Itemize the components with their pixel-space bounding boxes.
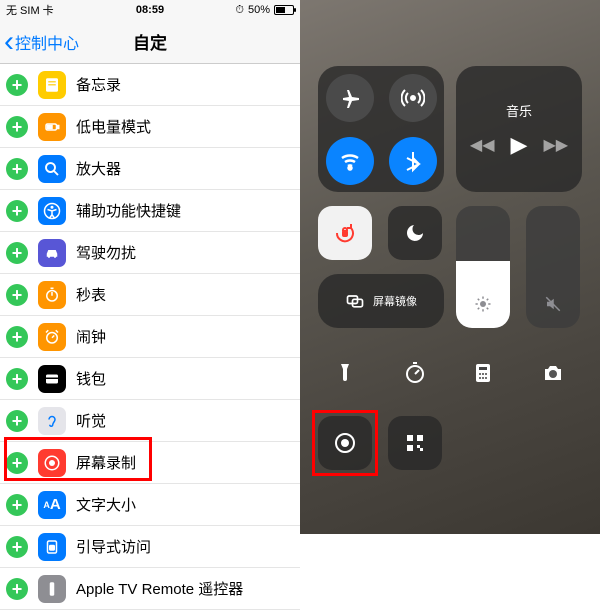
row-label: 低电量模式 <box>76 116 151 137</box>
add-icon[interactable]: + <box>6 326 28 348</box>
guided-access-icon <box>38 533 66 561</box>
row-label: 驾驶勿扰 <box>76 242 136 263</box>
row-alarm[interactable]: + 闹钟 <box>0 316 300 358</box>
control-center: 音乐 ◀◀ ▶ ▶▶ 屏幕镜像 <box>300 0 600 534</box>
brightness-icon <box>474 295 492 318</box>
add-icon[interactable]: + <box>6 452 28 474</box>
row-screen-record[interactable]: + 屏幕录制 <box>0 442 300 484</box>
row-wallet[interactable]: + 钱包 <box>0 358 300 400</box>
add-icon[interactable]: + <box>6 410 28 432</box>
low-power-icon <box>38 113 66 141</box>
add-icon[interactable]: + <box>6 284 28 306</box>
clock: 08:59 <box>0 4 300 16</box>
flashlight-button[interactable] <box>318 346 372 400</box>
add-icon[interactable]: + <box>6 536 28 558</box>
add-icon[interactable]: + <box>6 242 28 264</box>
row-label: 辅助功能快捷键 <box>76 200 181 221</box>
alarm-icon <box>38 323 66 351</box>
qr-scan-button[interactable] <box>388 416 442 470</box>
row-label: 放大器 <box>76 158 121 179</box>
row-label: 钱包 <box>76 368 106 389</box>
next-track-icon[interactable]: ▶▶ <box>543 135 568 155</box>
back-button[interactable]: 控制中心 <box>0 30 79 54</box>
row-low-power[interactable]: + 低电量模式 <box>0 106 300 148</box>
volume-slider[interactable] <box>526 206 580 328</box>
battery-icon <box>274 5 294 15</box>
row-label: 闹钟 <box>76 326 106 347</box>
brightness-slider[interactable] <box>456 206 510 328</box>
calculator-button[interactable] <box>456 346 510 400</box>
customize-list: + 备忘录 + 低电量模式 + 放大器 + 辅助功能快捷键 + 驾驶勿扰 + 秒… <box>0 64 300 610</box>
bluetooth-toggle[interactable] <box>389 137 437 185</box>
car-icon <box>38 239 66 267</box>
add-icon[interactable]: + <box>6 494 28 516</box>
orientation-lock-button[interactable] <box>318 206 372 260</box>
nav-bar: 控制中心 自定 <box>0 20 300 64</box>
row-label: 引导式访问 <box>76 536 151 557</box>
music-tile[interactable]: 音乐 ◀◀ ▶ ▶▶ <box>456 66 582 192</box>
row-label: 文字大小 <box>76 494 136 515</box>
row-dnd-driving[interactable]: + 驾驶勿扰 <box>0 232 300 274</box>
row-label: 秒表 <box>76 284 106 305</box>
add-icon[interactable]: + <box>6 578 28 600</box>
prev-track-icon[interactable]: ◀◀ <box>470 135 495 155</box>
play-icon[interactable]: ▶ <box>511 132 528 158</box>
wallet-icon <box>38 365 66 393</box>
ear-icon <box>38 407 66 435</box>
row-label: 听觉 <box>76 410 106 431</box>
row-tv-remote[interactable]: + Apple TV Remote 遥控器 <box>0 568 300 610</box>
wifi-toggle[interactable] <box>326 137 374 185</box>
dnd-button[interactable] <box>388 206 442 260</box>
row-label: Apple TV Remote 遥控器 <box>76 578 243 599</box>
row-stopwatch[interactable]: + 秒表 <box>0 274 300 316</box>
add-icon[interactable]: + <box>6 158 28 180</box>
screen-mirror-button[interactable]: 屏幕镜像 <box>318 274 444 328</box>
row-notes[interactable]: + 备忘录 <box>0 64 300 106</box>
cellular-toggle[interactable] <box>389 74 437 122</box>
add-icon[interactable]: + <box>6 200 28 222</box>
row-hearing[interactable]: + 听觉 <box>0 400 300 442</box>
record-icon <box>38 449 66 477</box>
notes-icon <box>38 71 66 99</box>
tv-remote-icon <box>38 575 66 603</box>
add-icon[interactable]: + <box>6 116 28 138</box>
timer-button[interactable] <box>388 346 442 400</box>
add-icon[interactable]: + <box>6 368 28 390</box>
accessibility-icon <box>38 197 66 225</box>
row-label: 备忘录 <box>76 74 121 95</box>
stopwatch-icon <box>38 281 66 309</box>
camera-button[interactable] <box>526 346 580 400</box>
airplane-toggle[interactable] <box>326 74 374 122</box>
volume-mute-icon <box>544 295 562 318</box>
row-magnifier[interactable]: + 放大器 <box>0 148 300 190</box>
row-accessibility[interactable]: + 辅助功能快捷键 <box>0 190 300 232</box>
text-size-icon: AA <box>38 491 66 519</box>
row-guided-access[interactable]: + 引导式访问 <box>0 526 300 568</box>
status-bar: 无 SIM 卡 08:59 ⏱ 50% <box>0 0 300 20</box>
music-label: 音乐 <box>506 101 532 120</box>
add-icon[interactable]: + <box>6 74 28 96</box>
mirror-label: 屏幕镜像 <box>373 293 417 309</box>
settings-screen: 无 SIM 卡 08:59 ⏱ 50% 控制中心 自定 + 备忘录 + 低电量模… <box>0 0 300 534</box>
magnifier-icon <box>38 155 66 183</box>
screen-record-button[interactable] <box>318 416 372 470</box>
connectivity-tile[interactable] <box>318 66 444 192</box>
row-text-size[interactable]: + AA 文字大小 <box>0 484 300 526</box>
row-label: 屏幕录制 <box>76 452 136 473</box>
